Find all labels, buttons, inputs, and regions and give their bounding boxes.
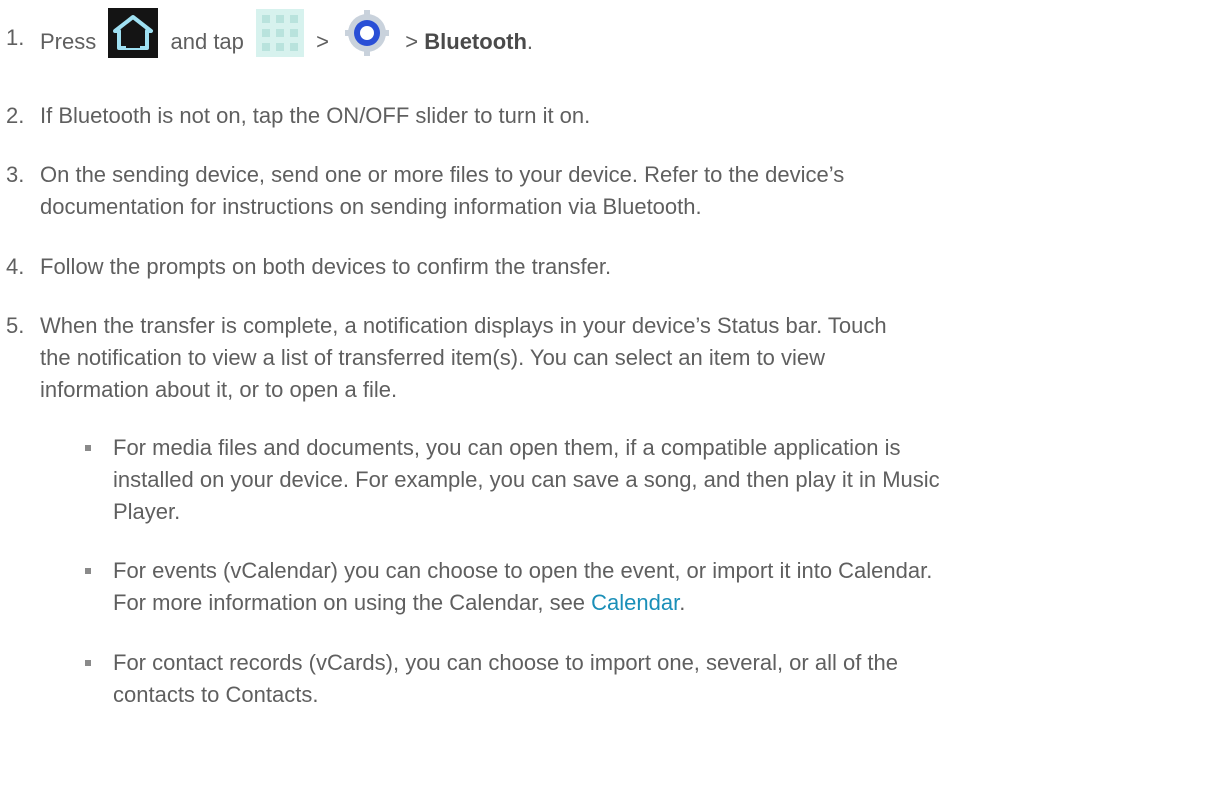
bullet-text-prefix: For more information on using the Calend… — [113, 590, 592, 615]
apps-grid-icon — [256, 9, 305, 57]
step-5: 5. When the transfer is complete, a noti… — [0, 310, 1215, 406]
bullet-text-line: For events (vCalendar) you can choose to… — [113, 558, 933, 583]
separator: > — [316, 28, 330, 54]
step-number: 3. — [6, 162, 25, 187]
bullet-marker-icon — [85, 445, 91, 451]
press-text: Press — [40, 28, 97, 54]
step-1: 1. Press and tap > > Bluetooth. — [0, 8, 1215, 68]
calendar-link[interactable]: Calendar — [591, 590, 679, 615]
step-text: Press and tap > > Bluetooth. — [40, 8, 1215, 68]
bullet-item-media: For media files and documents, you can o… — [0, 432, 1215, 528]
step-text-line: On the sending device, send one or more … — [40, 162, 845, 187]
bullet-marker-icon — [85, 568, 91, 574]
step-text-line: information about it, or to open a file. — [40, 377, 398, 402]
bullet-item-events: For events (vCalendar) you can choose to… — [0, 555, 1215, 619]
step-4: 4. Follow the prompts on both devices to… — [0, 251, 1215, 283]
step-text-line: the notification to view a list of trans… — [40, 345, 826, 370]
and-tap-text: and tap — [170, 28, 244, 54]
settings-gear-icon — [341, 9, 393, 57]
step-text: If Bluetooth is not on, tap the ON/OFF s… — [40, 103, 591, 128]
instructions-document: 1. Press and tap > > Bluetooth. 2. If Bl… — [0, 0, 1220, 805]
bullet-text-line: Player. — [113, 499, 181, 524]
bluetooth-label: Bluetooth — [424, 28, 527, 54]
step-text: Follow the prompts on both devices to co… — [40, 254, 612, 279]
step-3: 3. On the sending device, send one or mo… — [0, 159, 1215, 223]
separator: > — [405, 28, 419, 54]
bullet-marker-icon — [85, 660, 91, 666]
bullet-item-contacts: For contact records (vCards), you can ch… — [0, 647, 1215, 711]
bullet-text-line: For media files and documents, you can o… — [113, 435, 901, 460]
step-number: 1. — [6, 25, 25, 50]
bullet-text-line: For more information on using the Calend… — [113, 587, 1215, 619]
bullet-text-line: contacts to Contacts. — [113, 682, 319, 707]
step-number: 4. — [6, 254, 25, 279]
period: . — [526, 28, 534, 54]
step-number: 5. — [6, 313, 25, 338]
home-icon — [108, 8, 159, 58]
step-text-line: documentation for instructions on sendin… — [40, 194, 702, 219]
bullet-text-line: For contact records (vCards), you can ch… — [113, 650, 899, 675]
period: . — [679, 590, 686, 615]
step-text-line: When the transfer is complete, a notific… — [40, 313, 887, 338]
step-number: 2. — [6, 103, 25, 128]
bullet-text-line: installed on your device. For example, y… — [113, 467, 940, 492]
step-2: 2. If Bluetooth is not on, tap the ON/OF… — [0, 100, 1215, 132]
